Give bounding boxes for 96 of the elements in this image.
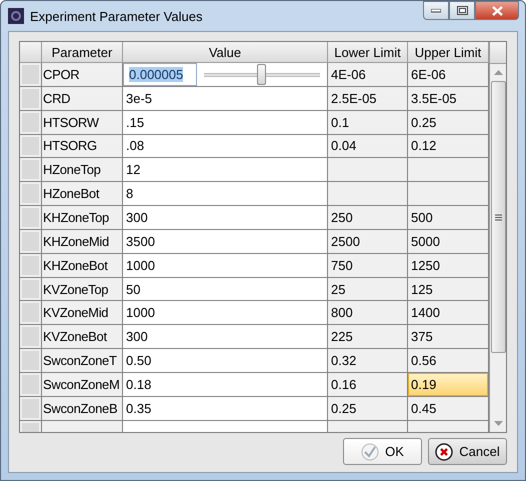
row-header[interactable] — [20, 349, 42, 373]
column-header[interactable]: Parameter — [42, 42, 123, 63]
table-cell[interactable]: 50 — [123, 278, 328, 302]
selected-text: 0.000005 — [129, 66, 184, 82]
row-header[interactable] — [20, 278, 42, 302]
cancel-icon — [435, 442, 454, 460]
table-cell: 4E-06 — [328, 63, 408, 87]
grip-icon — [494, 214, 502, 220]
row-header[interactable] — [20, 63, 42, 87]
table-cell: 0.56 — [408, 349, 489, 373]
minimize-icon — [431, 8, 441, 12]
row-header[interactable] — [20, 254, 42, 278]
table-cell: HTSORG — [42, 134, 123, 158]
table-cell: 0.1 — [328, 110, 408, 135]
table-cell[interactable]: 300 — [123, 325, 328, 350]
row-header[interactable] — [20, 372, 42, 397]
ok-button[interactable]: OK — [343, 438, 422, 465]
cancel-button[interactable]: Cancel — [428, 438, 507, 465]
row-header[interactable] — [20, 325, 42, 350]
table-cell: 0.25 — [328, 396, 408, 421]
table-cell: 0.04 — [328, 134, 408, 158]
column-header[interactable]: Value — [123, 42, 328, 63]
table-cell[interactable]: 1000 — [123, 254, 328, 278]
row-header[interactable] — [20, 158, 42, 182]
table-cell: 0.32 — [328, 349, 408, 373]
table-cell: 500 — [408, 206, 489, 230]
slider-thumb[interactable] — [257, 64, 266, 85]
table-cell: 0.19 — [408, 372, 489, 397]
checkmark-icon — [361, 442, 380, 460]
table-cell: 1250 — [408, 254, 489, 278]
table-cell: CPOR — [42, 63, 123, 87]
row-header[interactable] — [20, 182, 42, 206]
scrollbar[interactable] — [489, 42, 506, 432]
table-cell[interactable]: 3500 — [123, 230, 328, 254]
window-title: Experiment Parameter Values — [30, 8, 202, 24]
maximize-button[interactable] — [449, 1, 475, 20]
column-header[interactable]: Lower Limit — [328, 42, 408, 63]
close-button[interactable] — [475, 1, 519, 20]
row-header[interactable] — [20, 206, 42, 230]
table-cell[interactable]: 0.50 — [123, 349, 328, 373]
table-cell[interactable]: 12 — [123, 158, 328, 182]
close-icon — [492, 6, 502, 16]
table-cell: 0.16 — [328, 372, 408, 397]
scroll-down-icon[interactable] — [494, 421, 502, 426]
table-cell: 5000 — [408, 230, 489, 254]
column-header[interactable]: Upper Limit — [408, 42, 489, 63]
row-header[interactable] — [20, 134, 42, 158]
table-cell: SwconZoneM — [42, 372, 123, 397]
table-cell[interactable]: .08 — [123, 134, 328, 158]
table-cell: KHZoneMid — [42, 230, 123, 254]
table-cell: 2500 — [328, 230, 408, 254]
table-cell: KVZoneTop — [42, 278, 123, 302]
scroll-up-icon[interactable] — [494, 70, 502, 75]
table-cell: KHZoneTop — [42, 206, 123, 230]
table-cell: 125 — [408, 278, 489, 302]
row-header[interactable] — [20, 396, 42, 421]
header-corner[interactable] — [20, 42, 42, 63]
table-cell[interactable]: .15 — [123, 110, 328, 135]
table-cell: 375 — [408, 325, 489, 350]
minimize-button[interactable] — [423, 1, 449, 20]
table-cell: SwconZoneT — [42, 349, 123, 373]
app-icon — [8, 8, 24, 24]
table-cell: 800 — [328, 301, 408, 326]
table-cell: 250 — [328, 206, 408, 230]
table-cell: 3.5E-05 — [408, 86, 489, 111]
table-cell[interactable]: 1000 — [123, 301, 328, 326]
table-cell: HZoneBot — [42, 182, 123, 206]
table-cell: 0.12 — [408, 134, 489, 158]
table-cell: 2.5E-05 — [328, 86, 408, 111]
table-cell: SwconZoneB — [42, 396, 123, 421]
table-cell[interactable]: 0.18 — [123, 372, 328, 397]
table-cell: 0.45 — [408, 396, 489, 421]
table-cell[interactable]: 8 — [123, 182, 328, 206]
table-cell: 1400 — [408, 301, 489, 326]
table-cell: 6E-06 — [408, 63, 489, 87]
table-cell: 750 — [328, 254, 408, 278]
maximize-icon — [456, 6, 468, 15]
header-corner — [490, 42, 506, 64]
row-header[interactable] — [20, 301, 42, 326]
table-cell: HTSORW — [42, 110, 123, 135]
row-header[interactable] — [20, 110, 42, 135]
input-field[interactable]: 0.000005 — [123, 63, 197, 86]
table-cell: KVZoneMid — [42, 301, 123, 326]
table-cell: 25 — [328, 278, 408, 302]
table-cell: HZoneTop — [42, 158, 123, 182]
table-cell: 225 — [328, 325, 408, 350]
table-cell: CRD — [42, 86, 123, 111]
table-cell[interactable]: 0.35 — [123, 396, 328, 421]
table-cell[interactable]: 300 — [123, 206, 328, 230]
table-cell: 0.25 — [408, 110, 489, 135]
table-cell[interactable]: 3e-5 — [123, 86, 328, 111]
table-cell: KVZoneBot — [42, 325, 123, 350]
scroll-thumb[interactable] — [490, 81, 506, 353]
table-cell: KHZoneBot — [42, 254, 123, 278]
row-header[interactable] — [20, 230, 42, 254]
row-header[interactable] — [20, 86, 42, 111]
